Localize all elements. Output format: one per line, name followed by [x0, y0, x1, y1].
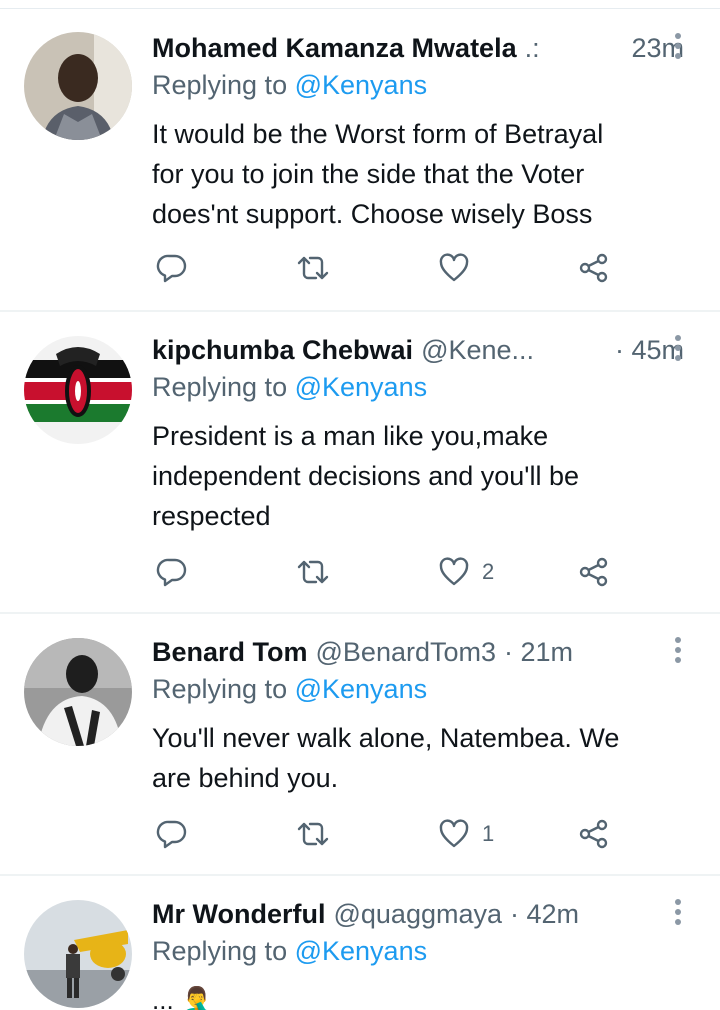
tweet-text-line: does'nt support. Choose wisely Boss	[152, 199, 593, 229]
user-handle[interactable]: .:	[525, 33, 540, 64]
retweet-button[interactable]	[296, 554, 342, 590]
mention-link[interactable]: @Kenyans	[295, 70, 427, 100]
heart-icon	[439, 819, 469, 848]
reply-button[interactable]	[156, 816, 188, 852]
tweet-text: President is a man like you,make indepen…	[152, 416, 692, 536]
replying-line: Replying to @Kenyans	[152, 674, 427, 705]
retweet-button[interactable]	[296, 250, 342, 286]
like-button[interactable]: 1	[438, 816, 494, 852]
avatar[interactable]	[24, 900, 132, 1008]
reply-icon	[156, 558, 187, 587]
tweet-divider	[0, 310, 720, 312]
display-name[interactable]: Mohamed Kamanza Mwatela	[152, 33, 517, 64]
timestamp[interactable]: · 21m	[504, 637, 581, 668]
reply-button[interactable]	[156, 250, 188, 286]
tweet-text-line: are behind you.	[152, 763, 339, 793]
heart-icon	[439, 253, 469, 282]
retweet-icon	[297, 822, 329, 846]
user-handle[interactable]: @Kene...	[421, 335, 534, 366]
replying-line: Replying to @Kenyans	[152, 70, 427, 101]
tweet-text: It would be the Worst form of Betrayal f…	[152, 114, 692, 234]
reply-button[interactable]	[156, 554, 188, 590]
user-handle[interactable]: @quaggmaya	[333, 899, 502, 930]
avatar[interactable]	[24, 32, 132, 140]
tweet-text-line: ... 🤦‍♂️	[152, 985, 214, 1010]
mention-link[interactable]: @Kenyans	[295, 674, 427, 704]
replying-prefix: Replying to	[152, 674, 288, 704]
tweet-divider	[0, 874, 720, 876]
like-button[interactable]	[438, 250, 482, 286]
more-vertical-icon[interactable]	[668, 636, 688, 664]
avatar[interactable]	[24, 638, 132, 746]
user-handle[interactable]: @BenardTom3	[316, 637, 497, 668]
display-name[interactable]: Benard Tom	[152, 637, 308, 668]
share-button[interactable]	[578, 250, 610, 286]
replying-prefix: Replying to	[152, 936, 288, 966]
tweet-text-line: You'll never walk alone, Natembea. We	[152, 723, 620, 753]
replying-prefix: Replying to	[152, 70, 288, 100]
action-bar: 1	[152, 816, 632, 856]
more-vertical-icon[interactable]	[668, 32, 688, 60]
tweet-text-line: for you to join the side that the Voter	[152, 159, 585, 189]
tweet-card[interactable]: kipchumba Chebwai @Kene... · 45m Replyin…	[0, 330, 720, 610]
share-icon	[579, 819, 608, 849]
tweet-card[interactable]: Mr Wonderful @quaggmaya · 42m Replying t…	[0, 894, 720, 1010]
top-divider	[0, 8, 720, 9]
action-bar	[152, 250, 632, 290]
reply-icon	[156, 254, 187, 283]
like-count: 2	[482, 559, 495, 584]
more-vertical-icon[interactable]	[668, 334, 688, 362]
reply-icon	[156, 820, 187, 849]
like-button[interactable]: 2	[438, 554, 494, 590]
tweet-text: You'll never walk alone, Natembea. We ar…	[152, 718, 692, 798]
tweet-text-line: It would be the Worst form of Betrayal	[152, 119, 604, 149]
tweet-divider	[0, 612, 720, 614]
mention-link[interactable]: @Kenyans	[295, 936, 427, 966]
tweet-text-line: independent decisions and you'll be	[152, 461, 579, 491]
tweet-card[interactable]: Benard Tom @BenardTom3 · 21m Replying to…	[0, 632, 720, 872]
share-button[interactable]	[578, 554, 610, 590]
replying-prefix: Replying to	[152, 372, 288, 402]
retweet-icon	[297, 256, 329, 280]
tweet-card[interactable]: Mohamed Kamanza Mwatela .: 23m Replying …	[0, 28, 720, 308]
like-count: 1	[482, 821, 495, 846]
more-vertical-icon[interactable]	[668, 898, 688, 926]
avatar[interactable]	[24, 336, 132, 444]
tweet-text: ... 🤦‍♂️	[152, 980, 692, 1010]
tweet-text-line: President is a man like you,make	[152, 421, 549, 451]
heart-icon	[439, 557, 469, 586]
share-icon	[579, 253, 608, 283]
timestamp[interactable]: · 42m	[510, 899, 587, 930]
display-name[interactable]: Mr Wonderful	[152, 899, 325, 930]
retweet-button[interactable]	[296, 816, 342, 852]
tweet-text-line: respected	[152, 501, 271, 531]
action-bar: 2	[152, 554, 632, 594]
share-button[interactable]	[578, 816, 610, 852]
retweet-icon	[297, 560, 329, 584]
display-name[interactable]: kipchumba Chebwai	[152, 335, 413, 366]
share-icon	[579, 557, 608, 587]
replying-line: Replying to @Kenyans	[152, 372, 427, 403]
replying-line: Replying to @Kenyans	[152, 936, 427, 967]
mention-link[interactable]: @Kenyans	[295, 372, 427, 402]
